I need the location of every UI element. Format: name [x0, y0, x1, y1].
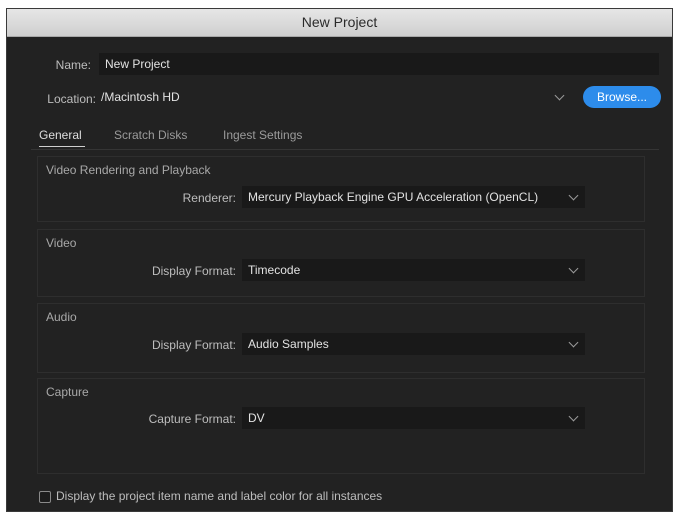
audio-display-format-value: Audio Samples	[248, 337, 329, 351]
audio-display-format-label: Display Format:	[151, 338, 236, 352]
video-display-format-label: Display Format:	[151, 264, 236, 278]
tabs-divider	[31, 149, 659, 150]
tab-scratch-disks[interactable]: Scratch Disks	[114, 128, 187, 142]
location-label: Location:	[47, 92, 96, 106]
capture-format-select[interactable]: DV	[242, 407, 585, 429]
display-label-color-label[interactable]: Display the project item name and label …	[56, 489, 382, 503]
capture-format-label: Capture Format:	[148, 412, 236, 426]
renderer-label: Renderer:	[182, 191, 236, 205]
tab-ingest-settings[interactable]: Ingest Settings	[223, 128, 302, 142]
display-label-color-checkbox[interactable]	[39, 491, 51, 503]
renderer-value: Mercury Playback Engine GPU Acceleration…	[248, 190, 539, 204]
chevron-down-icon	[554, 90, 565, 101]
chevron-down-icon	[568, 190, 579, 201]
video-display-format-select[interactable]: Timecode	[242, 259, 585, 281]
video-title: Video	[46, 236, 77, 250]
name-label: Name:	[55, 58, 91, 72]
chevron-down-icon	[568, 337, 579, 348]
tab-general[interactable]: General	[39, 128, 82, 142]
audio-title: Audio	[46, 310, 77, 324]
name-input[interactable]: New Project	[99, 53, 659, 75]
location-select[interactable]: /Macintosh HD	[101, 86, 571, 108]
location-value: /Macintosh HD	[101, 90, 180, 104]
chevron-down-icon	[568, 411, 579, 422]
window-title: New Project	[7, 9, 672, 37]
chevron-down-icon	[568, 263, 579, 274]
audio-display-format-select[interactable]: Audio Samples	[242, 333, 585, 355]
capture-format-value: DV	[248, 411, 265, 425]
video-rendering-title: Video Rendering and Playback	[46, 163, 211, 177]
new-project-dialog: New Project Name: New Project Location: …	[6, 8, 673, 512]
capture-title: Capture	[46, 385, 89, 399]
browse-button[interactable]: Browse...	[583, 86, 661, 108]
active-tab-indicator	[39, 146, 85, 147]
renderer-select[interactable]: Mercury Playback Engine GPU Acceleration…	[242, 186, 585, 208]
video-display-format-value: Timecode	[248, 263, 301, 277]
